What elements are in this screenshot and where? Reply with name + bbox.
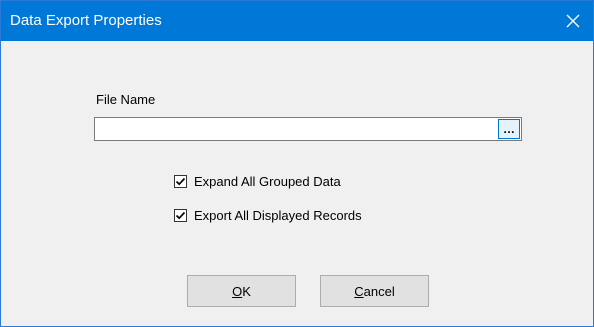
file-name-field: …	[94, 117, 522, 141]
file-name-label: File Name	[96, 92, 156, 107]
expand-grouped-checkbox[interactable]	[174, 174, 187, 188]
expand-grouped-option[interactable]: Expand All Grouped Data	[174, 172, 341, 190]
title-bar[interactable]: Data Export Properties	[1, 1, 593, 41]
cancel-label-rest: ancel	[363, 283, 395, 299]
checkmark-icon	[175, 177, 186, 185]
close-icon	[566, 14, 580, 28]
close-button[interactable]	[553, 1, 593, 41]
dialog-window: Data Export Properties File Name … Expan…	[0, 0, 594, 327]
checkmark-icon	[175, 211, 186, 219]
window-title: Data Export Properties	[10, 12, 162, 29]
cancel-mnemonic: C	[354, 283, 364, 299]
expand-grouped-label: Expand All Grouped Data	[194, 173, 341, 189]
ellipsis-icon: …	[503, 122, 515, 136]
dialog-body: File Name … Expand All Grouped Data Expo…	[1, 41, 593, 326]
ok-mnemonic: O	[232, 283, 243, 299]
export-displayed-option[interactable]: Export All Displayed Records	[174, 206, 362, 224]
ok-button[interactable]: OK	[187, 275, 296, 307]
cancel-button[interactable]: Cancel	[320, 275, 429, 307]
ok-label-rest: K	[242, 283, 251, 299]
browse-button[interactable]: …	[498, 119, 520, 139]
export-displayed-checkbox[interactable]	[174, 208, 187, 222]
export-displayed-label: Export All Displayed Records	[194, 207, 362, 223]
file-name-input[interactable]	[95, 118, 495, 140]
